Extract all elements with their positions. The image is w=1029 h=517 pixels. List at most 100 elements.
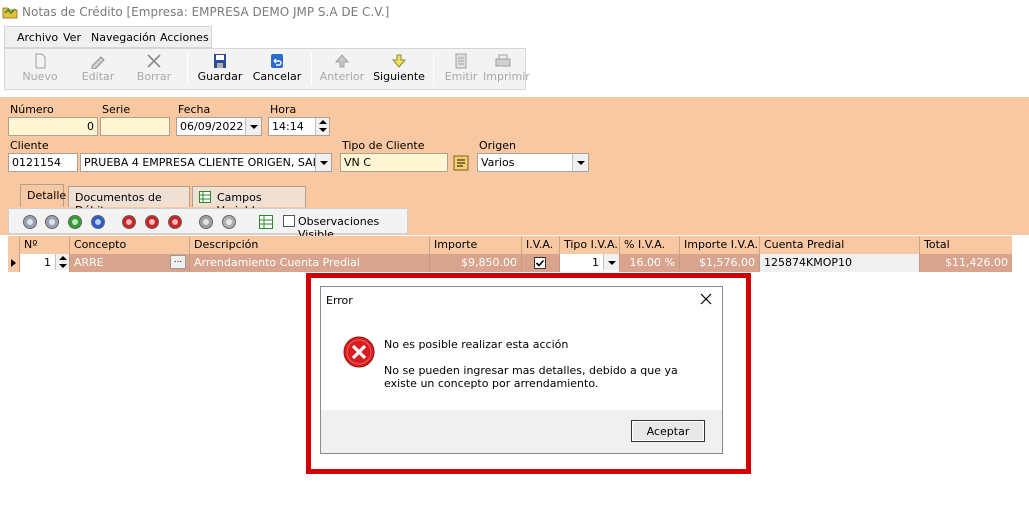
previous-record-icon[interactable] [45, 215, 59, 229]
grid-header-indicator [8, 236, 20, 254]
row-importe-iva[interactable]: $1,576.00 [680, 254, 760, 272]
borrar-button[interactable]: Borrar [131, 49, 177, 89]
hora-spinner[interactable]: 14:14 [268, 117, 330, 136]
row-concepto-value: ARRE [74, 256, 104, 269]
printer-icon [495, 54, 511, 67]
observaciones-checkbox[interactable] [283, 215, 295, 227]
error-dialog: Error No es posible realizar esta acción… [320, 286, 723, 454]
window-title: Notas de Crédito [Empresa: EMPRESA DEMO … [22, 5, 390, 19]
hora-value: 14:14 [272, 120, 304, 133]
origen-select[interactable]: Varios [477, 153, 589, 172]
dialog-footer: Aceptar [321, 410, 722, 453]
cliente-name-value: PRUEBA 4 EMPRESA CLIENTE ORIGEN, SALI [84, 156, 322, 169]
row-num-spin-icon[interactable] [55, 254, 69, 270]
row-concepto[interactable]: ARRE ... [70, 254, 190, 272]
up-arrow-icon [334, 54, 350, 68]
menu-acciones[interactable]: Acciones [160, 31, 209, 44]
ellipsis-icon[interactable]: ... [170, 255, 186, 269]
cancel-row-icon[interactable] [222, 215, 236, 229]
add-row-icon[interactable] [122, 215, 136, 229]
app-folder-icon [2, 7, 18, 19]
tipo-iva-dropdown-arrow-icon[interactable] [603, 254, 619, 270]
numero-label: Número [10, 103, 54, 116]
col-total[interactable]: Total [920, 236, 1012, 254]
col-tipo-iva[interactable]: Tipo I.V.A. [560, 236, 620, 254]
editar-button[interactable]: Editar [75, 49, 121, 89]
col-iva[interactable]: I.V.A. [522, 236, 560, 254]
numero-field[interactable]: 0 [8, 117, 98, 136]
toolbar-separator [187, 53, 188, 85]
tab-campos-variables[interactable]: Campos Variables [192, 186, 306, 217]
remove-row-icon[interactable] [145, 215, 159, 229]
guardar-button[interactable]: Guardar [195, 49, 245, 89]
menu-ver[interactable]: Ver [63, 31, 81, 44]
save-icon [214, 54, 226, 68]
cliente-name-select[interactable]: PRUEBA 4 EMPRESA CLIENTE ORIGEN, SALI [80, 153, 332, 172]
last-record-icon[interactable] [91, 215, 105, 229]
edit-icon [91, 56, 105, 69]
row-pct-iva[interactable]: 16.00 % [620, 254, 680, 272]
row-descripcion[interactable]: Arrendamiento Cuenta Predial [190, 254, 430, 272]
dialog-title: Error [326, 294, 353, 307]
imprimir-button[interactable]: Imprimir [483, 49, 530, 89]
detail-toolbar: Observaciones Visible [8, 208, 408, 241]
row-importe[interactable]: $9,850.00 [430, 254, 522, 272]
emitir-button[interactable]: Emitir [441, 49, 481, 89]
table-grid-icon[interactable] [259, 215, 273, 229]
nuevo-button[interactable]: Nuevo [17, 49, 63, 89]
cliente-code-field[interactable]: 0121154 [8, 153, 78, 172]
tab-detalle[interactable]: Detalle [20, 184, 66, 207]
first-record-icon[interactable] [23, 215, 37, 229]
title-bar: Notas de Crédito [Empresa: EMPRESA DEMO … [0, 0, 1029, 24]
undo-icon [271, 54, 283, 68]
dialog-message-main: No es posible realizar esta acción [384, 338, 569, 351]
iva-checkbox[interactable] [534, 257, 546, 269]
col-num[interactable]: Nº [20, 236, 70, 254]
hora-spin-icon[interactable] [315, 118, 329, 135]
col-importe-iva[interactable]: Importe I.V.A. [680, 236, 760, 254]
delete-x-icon [147, 54, 161, 68]
col-pct-iva[interactable]: % I.V.A. [620, 236, 680, 254]
anterior-button[interactable]: Anterior [319, 49, 365, 89]
next-record-icon[interactable] [68, 215, 82, 229]
col-cuenta-predial[interactable]: Cuenta Predial [760, 236, 920, 254]
row-iva-cell[interactable] [522, 254, 560, 272]
fecha-label: Fecha [178, 103, 211, 116]
row-total[interactable]: $11,426.00 [920, 254, 1012, 272]
cliente-dropdown-arrow-icon[interactable] [315, 154, 331, 171]
row-indicator[interactable] [8, 254, 20, 272]
menu-bar: Archivo Ver Navegación Acciones [4, 26, 212, 48]
origen-dropdown-arrow-icon[interactable] [572, 154, 588, 171]
row-cuenta-predial[interactable]: 125874KMOP10 [760, 254, 920, 272]
col-descripcion[interactable]: Descripción [190, 236, 430, 254]
origen-label: Origen [479, 139, 516, 152]
aceptar-button[interactable]: Aceptar [631, 420, 705, 442]
new-document-icon [35, 53, 46, 69]
hora-label: Hora [270, 103, 297, 116]
row-num-value: 1 [44, 256, 51, 269]
fecha-datepicker[interactable]: 06/09/2022 [176, 117, 262, 136]
tipo-cliente-field[interactable]: VN C [340, 153, 448, 172]
confirm-row-icon[interactable] [199, 215, 213, 229]
col-importe[interactable]: Importe [430, 236, 522, 254]
tipo-cliente-label: Tipo de Cliente [342, 139, 425, 152]
tab-documentos-debito[interactable]: Documentos de Débito [68, 186, 190, 217]
row-num-spinner[interactable]: 1 [20, 254, 70, 272]
close-icon[interactable] [698, 291, 714, 307]
checkmark-icon [535, 259, 545, 267]
menu-navegacion[interactable]: Navegación [91, 31, 156, 44]
fecha-dropdown-arrow-icon[interactable] [245, 118, 261, 135]
cancelar-button[interactable]: Cancelar [251, 49, 303, 89]
cliente-label: Cliente [10, 139, 49, 152]
edit-row-icon[interactable] [168, 215, 182, 229]
table-grid-icon [199, 191, 211, 203]
lookup-icon[interactable] [453, 155, 469, 171]
fecha-value: 06/09/2022 [180, 120, 244, 133]
origen-value: Varios [481, 156, 515, 169]
serie-field[interactable] [100, 117, 170, 136]
siguiente-button[interactable]: Siguiente [373, 49, 425, 89]
col-concepto[interactable]: Concepto [70, 236, 190, 254]
dialog-message-detail: No se pueden ingresar mas detalles, debi… [384, 364, 678, 390]
row-tipo-iva-select[interactable]: 1 [560, 254, 620, 272]
menu-archivo[interactable]: Archivo [17, 31, 58, 44]
